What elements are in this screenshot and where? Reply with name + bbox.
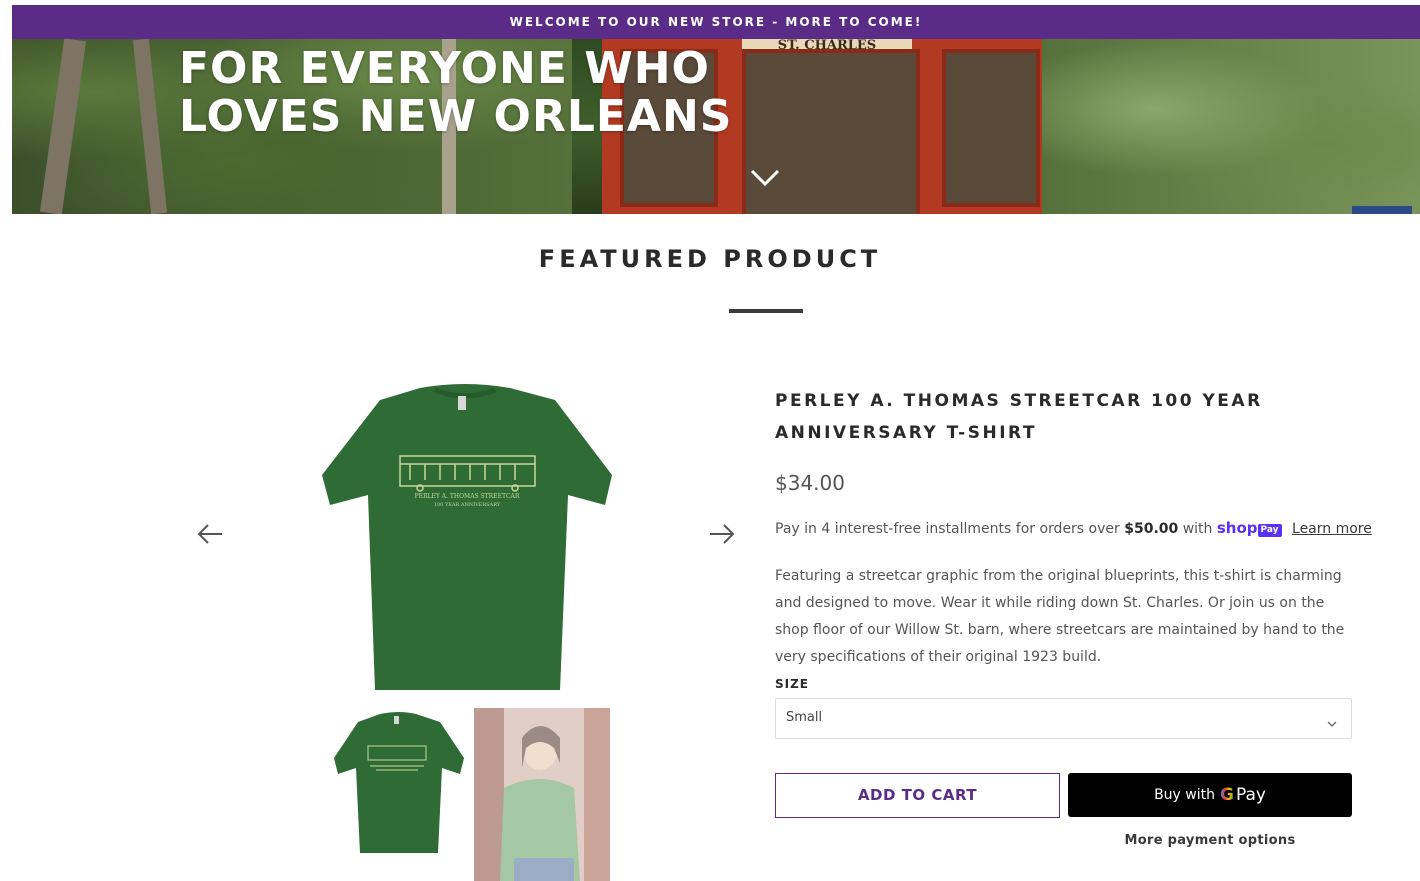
hero-headline-line2: LOVES NEW ORLEANS (179, 91, 733, 142)
hero-headline-line1: FOR EVERYONE WHO (179, 43, 710, 94)
hero-banner: ST. CHARLES FOR EVERYONE WHO LOVES NEW O… (12, 39, 1420, 214)
installments-amount: $50.00 (1124, 521, 1179, 537)
product-title: PERLEY A. THOMAS STREETCAR 100 YEAR ANNI… (775, 391, 1263, 443)
shirt-print-line1: PERLEY A. THOMAS STREETCAR (415, 493, 520, 500)
arrow-right-icon[interactable] (708, 522, 736, 546)
arrow-left-icon[interactable] (196, 522, 224, 546)
shirt-print-line2: 100 YEAR ANNIVERSARY (434, 502, 501, 508)
hero-trees-right (1042, 39, 1420, 214)
section-divider (729, 309, 803, 313)
product-main-image: PERLEY A. THOMAS STREETCAR 100 YEAR ANNI… (300, 380, 630, 695)
section-title: FEATURED PRODUCT (538, 245, 882, 273)
streetcar-window (742, 49, 920, 214)
chevron-down-icon[interactable] (749, 167, 781, 189)
streetcar-window (942, 49, 1040, 207)
product-thumbnail-2[interactable] (474, 708, 610, 881)
gpay-pay: Pay (1235, 785, 1266, 805)
google-g-icon: G (1219, 785, 1234, 805)
chevron-down-icon (1327, 713, 1337, 727)
size-selected-value: Small (786, 710, 823, 725)
learn-more-link[interactable]: Learn more (1292, 521, 1372, 537)
hero-headline: FOR EVERYONE WHO LOVES NEW ORLEANS (179, 45, 733, 141)
product-description: Featuring a streetcar graphic from the o… (775, 568, 1345, 665)
add-to-cart-button[interactable]: ADD TO CART (775, 773, 1060, 818)
installments-prefix: Pay in 4 interest-free installments for … (775, 521, 1120, 537)
product-price: $34.00 (775, 471, 845, 495)
street-sign (1352, 206, 1412, 214)
gpay-prefix: Buy with (1154, 787, 1215, 803)
size-select[interactable]: Small (775, 698, 1352, 739)
size-label: SIZE (775, 677, 810, 691)
installments-with: with (1182, 521, 1213, 537)
shop-pay-logo: shop (1216, 519, 1258, 537)
announcement-bar: WELCOME TO OUR NEW STORE - MORE TO COME! (12, 5, 1420, 39)
shop-pay-badge: Pay (1257, 524, 1282, 537)
product-thumbnail-1[interactable] (330, 708, 466, 881)
shop-pay-installments: Pay in 4 interest-free installments for … (775, 519, 1375, 537)
more-payment-options-link[interactable]: More payment options (1068, 833, 1352, 848)
announcement-text: WELCOME TO OUR NEW STORE - MORE TO COME! (509, 15, 923, 29)
buy-with-gpay-button[interactable]: Buy with G Pay (1068, 773, 1352, 817)
